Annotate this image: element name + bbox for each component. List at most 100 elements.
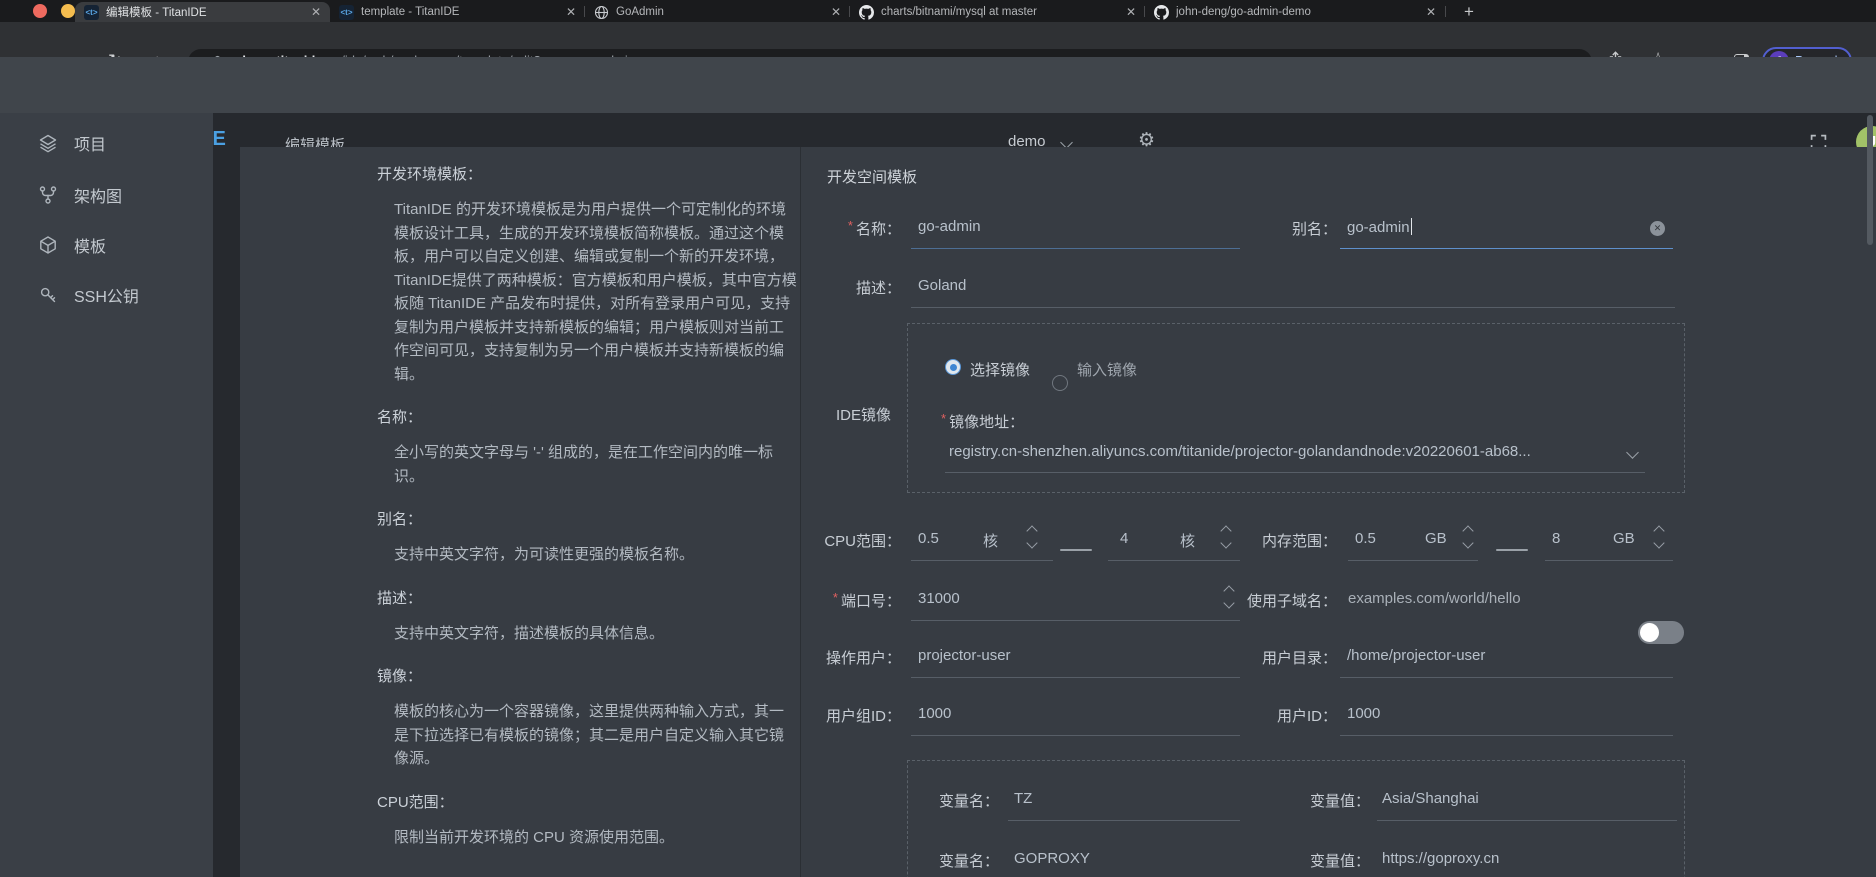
tab-charts-bitnami-mysql[interactable]: charts/bitnami/mysql at master ✕ (850, 2, 1145, 22)
ide-image-label: IDE镜像 (700, 404, 891, 425)
image-address-select[interactable]: registry.cn-shenzhen.aliyuncs.com/titani… (949, 443, 1531, 460)
tab-separator (1445, 6, 1446, 17)
tab-goadmin[interactable]: GoAdmin ✕ (585, 2, 850, 22)
help-section-title: 镜像： (377, 665, 797, 686)
help-section-body: 支持中英文字符，描述模板的具体信息。 (377, 622, 797, 646)
subdomain-toggle[interactable] (1638, 621, 1684, 644)
range-dash (1060, 549, 1092, 551)
var-name-label: 变量名： (860, 790, 999, 811)
globe-favicon (594, 5, 609, 20)
memory-min-stepper[interactable] (1464, 527, 1472, 547)
tab-separator (584, 6, 585, 17)
tab-close-icon[interactable]: ✕ (831, 6, 841, 18)
cpu-range-label: CPU范围： (700, 530, 901, 551)
alias-input[interactable]: go-admin (1347, 218, 1412, 236)
text-cursor (1411, 218, 1413, 235)
sidebar-item-label: 架构图 (74, 183, 122, 207)
var-name-input[interactable]: TZ (1014, 790, 1032, 807)
tab-title: 编辑模板 - TitanIDE (106, 4, 304, 20)
sidebar-item-label: SSH公钥 (74, 283, 139, 307)
cpu-min-stepper[interactable] (1028, 527, 1036, 547)
tab-template[interactable]: <t> template - TitanIDE ✕ (330, 2, 585, 22)
clear-input-icon[interactable] (1650, 221, 1665, 236)
tab-close-icon[interactable]: ✕ (1426, 6, 1436, 18)
operator-user-input[interactable]: projector-user (918, 647, 1011, 664)
port-label: *端口号： (700, 590, 901, 611)
operator-user-label: 操作用户： (700, 647, 901, 668)
port-input[interactable]: 31000 (918, 590, 960, 607)
user-dir-input[interactable]: /home/projector-user (1347, 647, 1485, 664)
form-title: 开发空间模板 (827, 166, 917, 187)
help-section-title: 开发环境模板： (377, 163, 797, 184)
var-value-input[interactable]: https://goproxy.cn (1382, 850, 1499, 867)
tab-go-admin-demo[interactable]: john-deng/go-admin-demo ✕ (1145, 2, 1445, 22)
browser-window: <t> 编辑模板 - TitanIDE ✕ <t> template - Tit… (0, 0, 1876, 877)
sidebar-nav: 项目 架构图 模板 SS (0, 113, 213, 877)
user-dir-label: 用户目录： (1100, 647, 1337, 668)
memory-min-input[interactable]: 0.5 (1355, 530, 1376, 547)
app-header: ✕ <t>TITANIDE 编辑模板 demo ⚙ J (0, 57, 1876, 113)
traffic-light-minimize-icon[interactable] (61, 4, 75, 18)
operator-user-underline (911, 677, 1240, 678)
radio-select-image-label[interactable]: 选择镜像 (970, 359, 1030, 380)
sidebar-item-projects[interactable]: 项目 (0, 126, 213, 160)
tab-close-icon[interactable]: ✕ (1126, 6, 1136, 18)
var-name-underline (1008, 820, 1240, 821)
tab-separator (1144, 6, 1145, 17)
cpu-min-underline (911, 560, 1053, 561)
tab-separator (849, 6, 850, 17)
tab-edit-template[interactable]: <t> 编辑模板 - TitanIDE ✕ (75, 2, 330, 22)
group-id-input[interactable]: 1000 (918, 705, 951, 722)
alias-underline (1340, 248, 1673, 249)
layers-icon (38, 133, 58, 153)
cpu-min-unit: 核 (983, 530, 998, 551)
var-value-underline (1377, 820, 1677, 821)
user-id-label: 用户ID： (1100, 705, 1337, 726)
name-input[interactable]: go-admin (918, 218, 981, 235)
var-name-label: 变量名： (860, 850, 999, 871)
browser-tab-strip: <t> 编辑模板 - TitanIDE ✕ <t> template - Tit… (0, 0, 1876, 22)
memory-max-underline (1545, 560, 1673, 561)
memory-max-stepper[interactable] (1655, 527, 1663, 547)
github-favicon (859, 5, 874, 20)
cpu-min-input[interactable]: 0.5 (918, 530, 939, 547)
memory-min-unit: GB (1425, 530, 1447, 547)
memory-max-input[interactable]: 8 (1552, 530, 1560, 547)
memory-range-label: 内存范围： (1100, 530, 1337, 551)
var-value-input[interactable]: Asia/Shanghai (1382, 790, 1479, 807)
sidebar-item-ssh-keys[interactable]: SSH公钥 (0, 278, 213, 312)
tab-close-icon[interactable]: ✕ (566, 6, 576, 18)
alias-label: 别名： (1100, 218, 1337, 239)
ide-image-group (907, 323, 1685, 493)
radio-select-image[interactable] (945, 359, 961, 375)
help-section-title: 别名： (377, 508, 797, 529)
user-id-input[interactable]: 1000 (1347, 705, 1380, 722)
var-value-label: 变量值： (1230, 790, 1370, 811)
description-underline (911, 307, 1675, 308)
tab-title: charts/bitnami/mysql at master (881, 6, 1119, 18)
sidebar-item-architecture[interactable]: 架构图 (0, 178, 213, 212)
group-id-underline (911, 735, 1240, 736)
sidebar-item-templates[interactable]: 模板 (0, 228, 213, 262)
titanide-favicon: <t> (339, 5, 354, 20)
port-underline (911, 620, 1240, 621)
var-name-input[interactable]: GOPROXY (1014, 850, 1090, 867)
new-tab-button[interactable]: + (1464, 2, 1474, 22)
tab-close-icon[interactable]: ✕ (311, 6, 321, 18)
image-address-underline (945, 472, 1645, 473)
cube-icon (38, 235, 58, 255)
name-underline (911, 248, 1240, 249)
description-input[interactable]: Goland (918, 277, 966, 294)
scrollbar-thumb[interactable] (1867, 115, 1873, 245)
column-divider (800, 147, 801, 877)
traffic-light-close-icon[interactable] (33, 4, 47, 18)
range-dash (1496, 549, 1528, 551)
memory-min-underline (1348, 560, 1478, 561)
description-label: 描述： (700, 277, 901, 298)
user-dir-underline (1340, 677, 1673, 678)
git-branch-icon (38, 185, 58, 205)
radio-input-image-label[interactable]: 输入镜像 (1077, 359, 1137, 380)
radio-input-image[interactable] (1052, 375, 1068, 391)
sidebar-item-label: 模板 (74, 233, 106, 257)
help-column: 开发环境模板： TitanIDE 的开发环境模板是为用户提供一个可定制化的环境模… (377, 163, 797, 869)
